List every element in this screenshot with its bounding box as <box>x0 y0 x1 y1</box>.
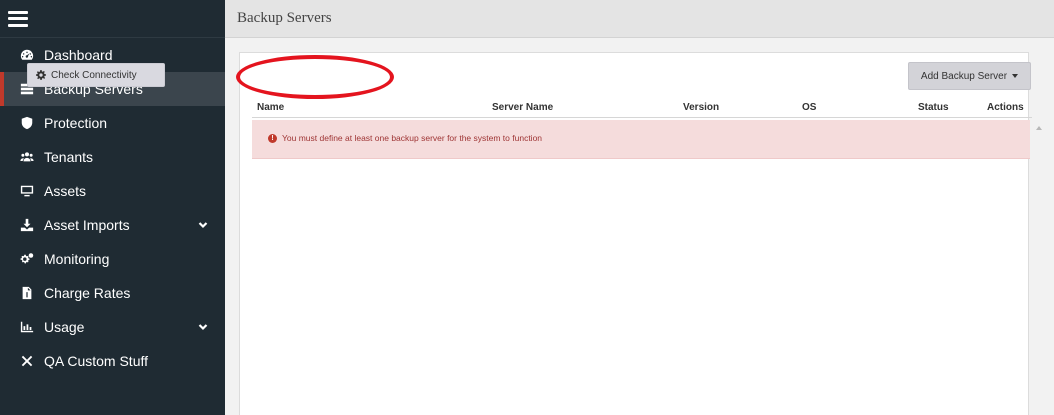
sidebar-item-qa-custom-stuff[interactable]: QA Custom Stuff <box>0 344 225 378</box>
download-icon <box>18 218 36 232</box>
sidebar-nav: Dashboard Backup Servers Protection Tena… <box>0 38 225 378</box>
sidebar-item-label: Usage <box>44 319 85 335</box>
column-header-version[interactable]: Version <box>683 102 719 113</box>
sidebar-item-label: Charge Rates <box>44 285 131 301</box>
column-header-actions: Actions <box>987 102 1024 113</box>
column-header-name[interactable]: Name <box>257 102 284 113</box>
sidebar-item-label: Asset Imports <box>44 217 130 233</box>
alert-message: You must define at least one backup serv… <box>282 133 543 143</box>
page-title: Backup Servers <box>237 10 332 26</box>
tools-icon <box>18 354 36 368</box>
sidebar-item-label: Protection <box>44 115 108 131</box>
check-connectivity-label: Check Connectivity <box>51 69 137 81</box>
sidebar-item-label: Assets <box>44 183 87 199</box>
add-backup-server-label: Add Backup Server <box>920 70 1008 82</box>
sidebar-item-assets[interactable]: Assets <box>0 174 225 208</box>
users-icon <box>18 150 36 164</box>
dashboard-icon <box>18 48 36 62</box>
error-alert: ! You must define at least one backup se… <box>252 120 1030 159</box>
table-header-divider <box>252 117 1032 118</box>
sidebar-item-label: Monitoring <box>44 251 110 267</box>
sidebar-item-asset-imports[interactable]: Asset Imports <box>0 208 225 242</box>
add-backup-server-button[interactable]: Add Backup Server <box>908 62 1031 90</box>
sidebar-item-protection[interactable]: Protection <box>0 106 225 140</box>
content-panel <box>239 52 1029 415</box>
main-content <box>225 38 1054 415</box>
sidebar-item-charge-rates[interactable]: Charge Rates <box>0 276 225 310</box>
page-header: Backup Servers <box>225 0 1054 38</box>
monitor-icon <box>18 184 36 198</box>
sidebar-item-tenants[interactable]: Tenants <box>0 140 225 174</box>
gear-icon <box>36 70 46 80</box>
invoice-icon <box>18 286 36 300</box>
hamburger-menu-icon[interactable] <box>8 10 28 27</box>
scrollbar-up-arrow[interactable] <box>1034 123 1044 133</box>
column-header-status[interactable]: Status <box>918 102 949 113</box>
column-header-server-name[interactable]: Server Name <box>492 102 553 113</box>
sidebar-item-label: QA Custom Stuff <box>44 353 149 369</box>
sidebar-item-monitoring[interactable]: Monitoring <box>0 242 225 276</box>
sidebar-item-usage[interactable]: Usage <box>0 310 225 344</box>
sidebar-item-label: Tenants <box>44 149 94 165</box>
chart-icon <box>18 320 36 334</box>
sidebar-top <box>0 0 225 38</box>
check-connectivity-button[interactable]: Check Connectivity <box>27 63 165 87</box>
chevron-down-icon[interactable] <box>197 219 209 231</box>
chevron-down-icon[interactable] <box>197 321 209 333</box>
cogs-icon <box>18 252 36 266</box>
exclamation-circle-icon: ! <box>268 133 277 143</box>
caret-down-icon <box>1012 74 1019 78</box>
column-header-os[interactable]: OS <box>802 102 816 113</box>
shield-icon <box>18 116 36 130</box>
sidebar-item-label: Dashboard <box>44 47 113 63</box>
